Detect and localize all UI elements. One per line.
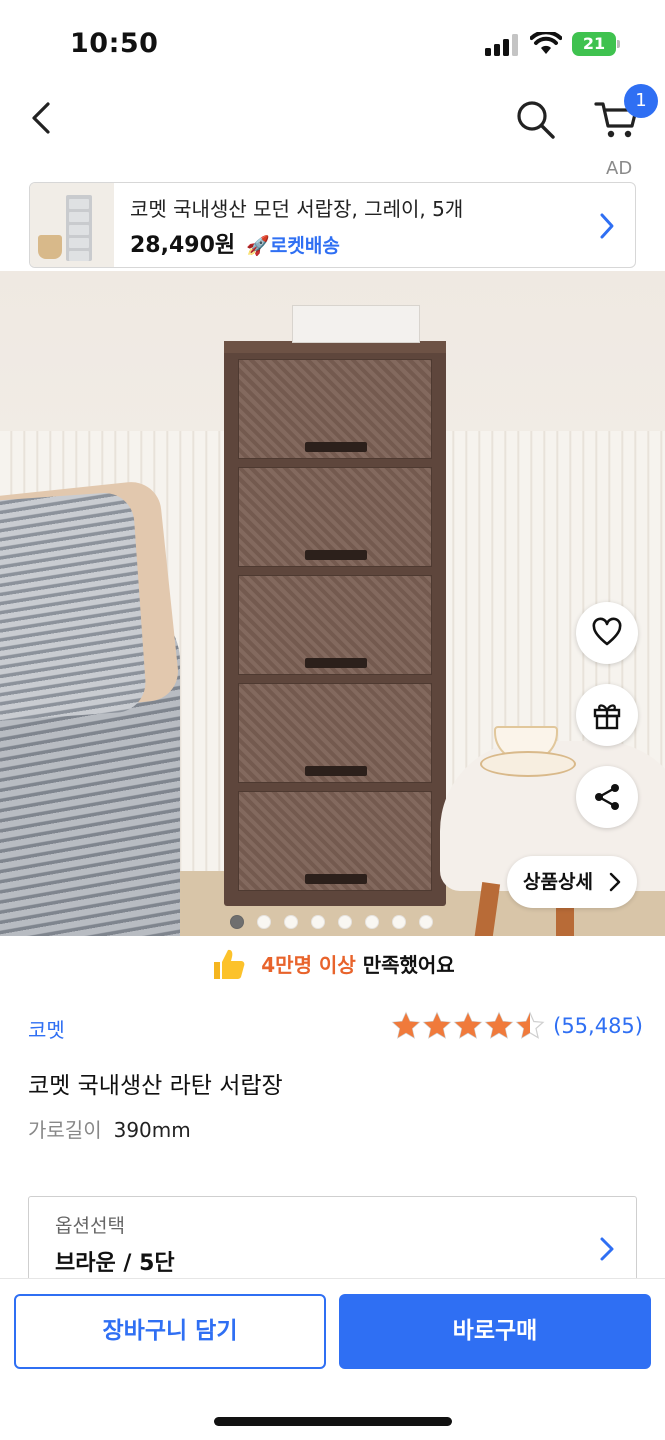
heart-icon <box>592 617 622 646</box>
cellular-signal-icon <box>485 34 518 56</box>
product-title: 코멧 국내생산 라탄 서랍장 <box>28 1073 283 1099</box>
star-rating <box>391 1011 545 1041</box>
top-nav: 1 <box>0 84 665 160</box>
option-value: 브라운 / 5단 <box>55 1251 175 1276</box>
chevron-left-icon[interactable] <box>24 100 60 136</box>
ad-label: AD <box>606 158 633 179</box>
ad-price-row: 28,490원 🚀로켓배송 <box>130 227 340 259</box>
add-to-cart-button[interactable]: 장바구니 담기 <box>14 1294 326 1369</box>
carousel-dot[interactable] <box>365 915 379 929</box>
satisfaction-banner: 4만명 이상 만족했어요 <box>0 940 665 990</box>
ad-thumbnail <box>30 183 114 267</box>
ad-title: 코멧 국내생산 모던 서랍장, 그레이, 5개 <box>130 197 464 221</box>
option-select[interactable]: 옵션선택 브라운 / 5단 <box>28 1196 637 1286</box>
star-icon <box>484 1011 514 1039</box>
chevron-right-icon <box>600 213 614 239</box>
carousel-dot[interactable] <box>284 915 298 929</box>
product-rating[interactable]: (55,485) <box>391 1010 643 1042</box>
status-bar: 10:50 21 <box>0 0 665 90</box>
product-detail-button[interactable]: 상품상세 <box>507 856 637 908</box>
option-label: 옵션선택 <box>55 1215 125 1237</box>
gift-button[interactable] <box>576 684 638 746</box>
review-count[interactable]: (55,485) <box>553 1014 643 1038</box>
star-icon <box>391 1011 421 1039</box>
thumbs-up-icon <box>214 949 245 979</box>
wishlist-button[interactable] <box>576 602 638 664</box>
product-spec: 가로길이 390mm <box>28 1114 191 1143</box>
bottom-action-bar: 장바구니 담기 바로구매 <box>0 1278 665 1440</box>
search-icon[interactable] <box>514 98 556 140</box>
home-indicator[interactable] <box>214 1417 452 1426</box>
chevron-right-icon <box>609 872 621 892</box>
spec-value: 390mm <box>113 1118 191 1142</box>
star-icon <box>515 1011 545 1039</box>
battery-level: 21 <box>582 34 606 53</box>
product-detail-label: 상품상세 <box>523 871 593 893</box>
carousel-dot[interactable] <box>338 915 352 929</box>
ad-banner[interactable]: 코멧 국내생산 모던 서랍장, 그레이, 5개 28,490원 🚀로켓배송 <box>29 182 636 268</box>
cart-count-badge: 1 <box>624 84 658 118</box>
carousel-dot[interactable] <box>311 915 325 929</box>
star-icon <box>422 1011 452 1039</box>
share-button[interactable] <box>576 766 638 828</box>
carousel-dot[interactable] <box>419 915 433 929</box>
spec-key: 가로길이 <box>28 1118 102 1142</box>
chevron-right-icon <box>600 1237 614 1261</box>
brand-link[interactable]: 코멧 <box>28 1014 65 1043</box>
gift-icon <box>593 704 621 730</box>
carousel-dot[interactable] <box>392 915 406 929</box>
wifi-icon <box>530 32 562 54</box>
satisfaction-highlight: 4만명 이상 <box>261 953 356 977</box>
carousel-dot[interactable] <box>257 915 271 929</box>
status-time: 10:50 <box>70 28 159 59</box>
product-image[interactable]: 상품상세 <box>0 271 665 936</box>
ad-price: 28,490원 <box>130 233 236 258</box>
share-icon <box>595 784 619 810</box>
rocket-delivery-label: 로켓배송 <box>269 235 340 257</box>
carousel-indicator <box>230 915 433 929</box>
drawer-cabinet-illustration <box>224 341 446 906</box>
satisfaction-text: 만족했어요 <box>355 953 455 977</box>
buy-now-button[interactable]: 바로구매 <box>339 1294 651 1369</box>
star-icon <box>453 1011 483 1039</box>
carousel-dot[interactable] <box>230 915 244 929</box>
rocket-delivery-badge: 🚀로켓배송 <box>246 235 340 257</box>
rocket-icon: 🚀 <box>246 235 270 257</box>
battery-icon: 21 <box>572 32 620 56</box>
